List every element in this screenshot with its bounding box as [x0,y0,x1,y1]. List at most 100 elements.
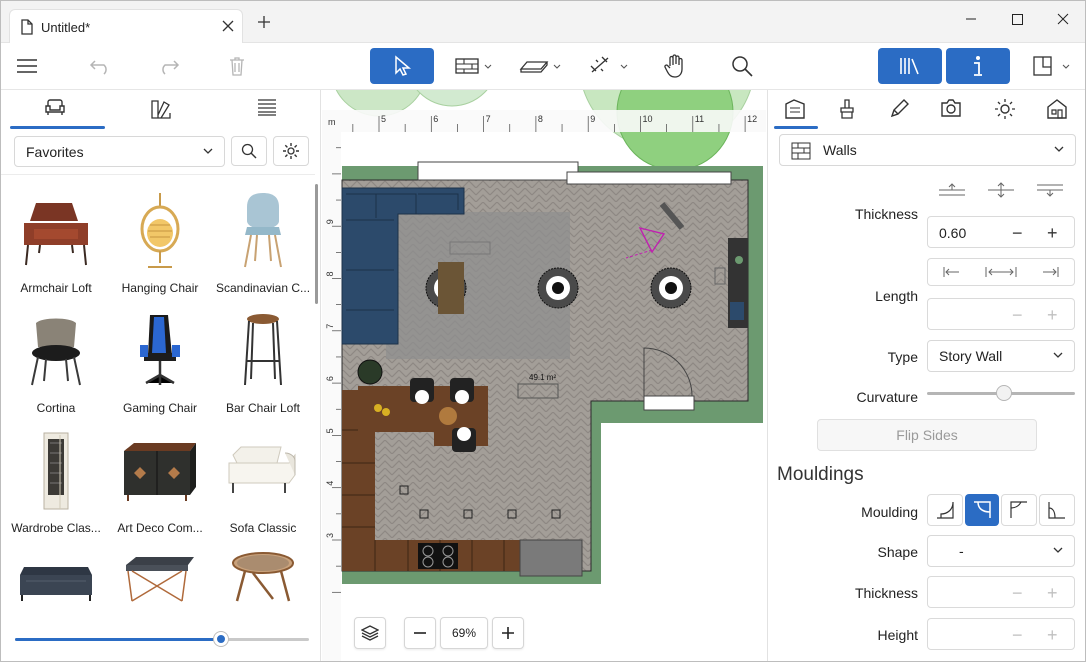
tab-build[interactable] [772,98,818,129]
floor-plan-canvas[interactable]: 5 6 7 8 9 10 11 12 3456789 m 49.1 m² 69% [322,90,766,661]
curvature-thumb[interactable] [995,385,1012,401]
catalog-item-chesterfield[interactable] [4,543,108,624]
delete-button[interactable] [223,48,251,84]
brick-wall-icon [791,142,811,160]
dining-chair[interactable] [410,378,434,404]
height-field[interactable]: − + [927,618,1075,650]
slider-thumb[interactable] [213,632,228,646]
plant[interactable] [357,359,383,385]
floor-tool-button[interactable] [516,48,564,84]
align-center-icon [987,182,1014,198]
window[interactable] [566,171,732,185]
flip-sides-button[interactable]: Flip Sides [817,419,1037,451]
moulding-ceiling-button[interactable] [965,494,999,526]
moulding-thickness-increment[interactable]: + [1047,583,1058,604]
catalog-item-scandinavian-chair[interactable]: Scandinavian C... [211,183,315,303]
object-type-select[interactable]: Walls [779,134,1076,166]
tab-lighting[interactable] [982,98,1028,128]
close-window-icon[interactable] [1049,9,1077,29]
dining-chair[interactable] [452,427,476,452]
thickness-increment[interactable]: + [1047,223,1058,244]
anchor-start-button[interactable] [928,259,977,285]
new-tab-icon[interactable] [258,16,270,28]
moulding-floor-button[interactable] [927,494,963,526]
chevron-down-icon [1054,146,1064,152]
library-button[interactable] [878,48,942,84]
shape-select[interactable]: - [927,535,1075,567]
window[interactable] [417,161,579,181]
align-outside-button[interactable] [927,176,976,204]
align-inside-button[interactable] [1026,176,1075,204]
anchor-center-button[interactable] [977,259,1026,285]
catalog-item-sofa-classic[interactable]: Sofa Classic [211,423,315,543]
catalog-item-hanging-chair[interactable]: Hanging Chair [108,183,212,303]
tab-furniture[interactable] [5,98,105,129]
dining-chair[interactable] [450,378,474,404]
catalog-scrollbar[interactable] [315,184,318,304]
catalog-settings-button[interactable] [273,136,309,166]
wall-type-select[interactable]: Story Wall [927,340,1075,372]
moulding-thickness-field[interactable]: − + [927,576,1075,608]
catalog-search-button[interactable] [231,136,267,166]
zoom-level[interactable]: 69% [440,617,488,649]
round-chair[interactable] [650,267,692,309]
tab-camera[interactable] [928,98,974,128]
layers-button[interactable] [354,617,386,649]
ruler-label: 4 [325,481,335,486]
search-button[interactable] [729,48,755,84]
tab-paint[interactable] [824,98,870,128]
redo-button[interactable] [154,48,182,84]
height-increment[interactable]: + [1047,625,1058,646]
ruler-label: 7 [486,114,491,124]
menu-button[interactable] [13,48,41,84]
thumbnail-size-slider[interactable] [15,632,309,646]
length-decrement[interactable]: − [1012,305,1023,326]
tab-list[interactable] [217,98,317,128]
thickness-decrement[interactable]: − [1012,223,1023,244]
align-center-button[interactable] [976,176,1025,204]
length-field[interactable]: − + [927,298,1075,330]
maximize-icon[interactable] [1003,9,1031,29]
wall-tool-button[interactable] [449,48,495,84]
sink[interactable] [519,539,583,577]
thickness-field[interactable]: 0.60 − + [927,216,1075,248]
moulding-crown-button[interactable] [1001,494,1037,526]
catalog-item-armchair-loft[interactable]: Armchair Loft [4,183,108,303]
moulding-thickness-decrement[interactable]: − [1012,583,1023,604]
catalog-item-gaming-chair[interactable]: Gaming Chair [108,303,212,423]
chevron-down-icon [1053,352,1063,358]
catalog-item-wardrobe-classic[interactable]: Wardrobe Clas... [4,423,108,543]
pan-tool-button[interactable] [659,48,689,84]
catalog-item-side-table[interactable] [211,543,315,624]
height-decrement[interactable]: − [1012,625,1023,646]
layout-button[interactable] [1029,48,1073,84]
anchor-end-button[interactable] [1025,259,1074,285]
info-button[interactable] [946,48,1010,84]
document-tab[interactable]: Untitled* [9,9,243,43]
catalog-item-art-deco-commode[interactable]: Art Deco Com... [108,423,212,543]
coffee-table[interactable] [438,262,464,314]
curvature-slider[interactable] [927,385,1075,401]
tab-building[interactable] [1034,98,1080,128]
tab-edit[interactable] [876,98,922,128]
catalog-grid: Armchair Loft Hanging Chair Scandinavian… [1,174,315,624]
catalog-item-coffee-table[interactable] [108,543,212,624]
length-increment[interactable]: + [1047,305,1058,326]
close-tab-icon[interactable] [218,16,238,36]
catalog-item-cortina[interactable]: Cortina [4,303,108,423]
side-table-thumbnail [232,552,294,602]
tab-materials[interactable] [111,98,211,128]
minimize-icon[interactable] [957,9,985,29]
moulding-base-button[interactable] [1039,494,1075,526]
select-tool-button[interactable] [370,48,434,84]
zoom-out-button[interactable] [404,617,436,649]
category-select[interactable]: Favorites [14,136,225,167]
undo-button[interactable] [87,48,115,84]
wall-icon [455,58,492,74]
round-chair[interactable] [537,267,579,309]
search-icon [732,56,753,77]
zoom-in-button[interactable] [492,617,524,649]
measure-tool-button[interactable] [585,48,631,84]
door[interactable] [643,395,695,411]
catalog-item-bar-chair-loft[interactable]: Bar Chair Loft [211,303,315,423]
